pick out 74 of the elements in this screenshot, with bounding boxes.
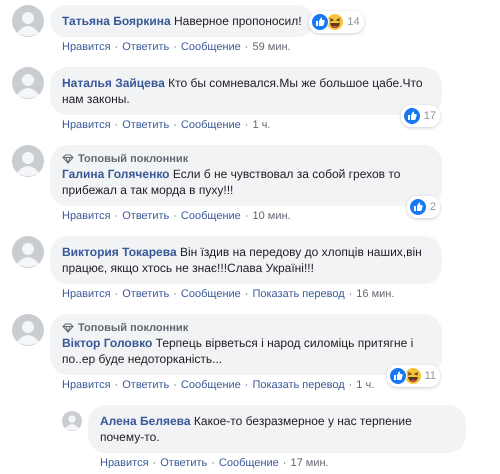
- separator-dot: ·: [173, 209, 177, 224]
- comment-text: Віктор Головко Терпець вірветься і народ силоміць притягне і по..ер буде недоторканість...: [62, 335, 414, 367]
- separator-dot: ·: [114, 118, 118, 133]
- diamond-icon: [62, 154, 74, 164]
- comment-action-link[interactable]: Ответить: [122, 286, 170, 302]
- avatar[interactable]: [12, 67, 44, 99]
- comment-action-link[interactable]: Сообщение: [180, 39, 241, 55]
- comment-text: Наталья Зайцева Кто бы сомневался.Мы же большое цабе.Что нам законы.: [62, 75, 424, 107]
- like-icon: [408, 198, 427, 216]
- avatar[interactable]: [12, 314, 44, 346]
- separator-dot: ·: [244, 287, 248, 302]
- comment-action-link[interactable]: Нравится: [100, 455, 149, 471]
- comment-action-link[interactable]: Сообщение: [180, 377, 241, 393]
- comment-action-link[interactable]: Показать перевод: [252, 377, 345, 393]
- comment-text: Виктория Токарева Він їздив на передову до хлопців наших,він працює, якщо хтось не знає!!!Слава Україні!!!: [62, 244, 423, 276]
- separator-dot: ·: [282, 456, 286, 471]
- comment-action-link[interactable]: Сообщение: [218, 455, 279, 471]
- like-icon: [388, 367, 407, 385]
- author-link[interactable]: Віктор Головко: [62, 336, 152, 350]
- separator-dot: ·: [244, 118, 248, 133]
- comment-text: Татьяна Бояркина Наверное пропоносил!: [62, 13, 302, 29]
- timestamp[interactable]: 59 мин.: [252, 39, 291, 55]
- separator-dot: ·: [114, 40, 118, 55]
- diamond-icon: [62, 323, 74, 333]
- separator-dot: ·: [348, 378, 352, 393]
- separator-dot: ·: [244, 40, 248, 55]
- comment-action-link[interactable]: Нравится: [62, 286, 111, 302]
- separator-dot: ·: [173, 287, 177, 302]
- comment-action-link[interactable]: Сообщение: [180, 208, 241, 224]
- separator-dot: ·: [114, 209, 118, 224]
- timestamp[interactable]: 1 ч.: [356, 377, 374, 393]
- separator-dot: ·: [173, 378, 177, 393]
- author-link[interactable]: Алена Беляева: [100, 414, 191, 428]
- laughing-face-icon: [404, 367, 422, 385]
- comment-action-link[interactable]: Ответить: [160, 455, 208, 471]
- comment-action-link[interactable]: Сообщение: [180, 286, 241, 302]
- avatar[interactable]: [12, 145, 44, 177]
- comment-action-link[interactable]: Нравится: [62, 208, 111, 224]
- badge-label: Топовый поклонник: [78, 322, 188, 334]
- like-icon: [311, 13, 330, 31]
- comment-action-link[interactable]: Ответить: [122, 39, 170, 55]
- timestamp[interactable]: 10 мин.: [252, 208, 291, 224]
- avatar[interactable]: [12, 236, 44, 268]
- separator-dot: ·: [173, 118, 177, 133]
- timestamp[interactable]: 1 ч.: [252, 117, 270, 133]
- like-icon: [402, 107, 421, 125]
- timestamp[interactable]: 16 мин.: [356, 286, 394, 302]
- comment-text: Алена Беляева Какое-то безразмерное у нас терпение почему-то.: [100, 413, 413, 445]
- author-link[interactable]: Наталья Зайцева: [62, 76, 165, 90]
- comment-text: Галина Голяченко Если б не чувствовал за собой грехов то прибежал а так морда в пуху!!!: [62, 166, 402, 198]
- avatar[interactable]: [12, 5, 44, 37]
- avatar[interactable]: [62, 411, 82, 431]
- separator-dot: ·: [173, 40, 177, 55]
- comment-action-link[interactable]: Сообщение: [180, 117, 241, 133]
- comment-action-link[interactable]: Ответить: [122, 117, 170, 133]
- author-link[interactable]: Галина Голяченко: [62, 167, 170, 181]
- comment-action-link[interactable]: Показать перевод: [252, 286, 345, 302]
- laughing-face-icon: [326, 13, 344, 31]
- comment-action-link[interactable]: Нравится: [62, 39, 111, 55]
- separator-dot: ·: [244, 209, 248, 224]
- timestamp[interactable]: 17 мин.: [290, 455, 329, 471]
- separator-dot: ·: [244, 378, 248, 393]
- separator-dot: ·: [211, 456, 215, 471]
- author-link[interactable]: Виктория Токарева: [62, 245, 177, 259]
- separator-dot: ·: [152, 456, 156, 471]
- badge-label: Топовый поклонник: [78, 153, 188, 165]
- separator-dot: ·: [114, 378, 118, 393]
- author-link[interactable]: Татьяна Бояркина: [62, 14, 171, 28]
- comment-action-link[interactable]: Ответить: [122, 377, 170, 393]
- comment-action-link[interactable]: Ответить: [122, 208, 170, 224]
- comment-action-link[interactable]: Нравится: [62, 377, 111, 393]
- comment-action-link[interactable]: Нравится: [62, 117, 111, 133]
- separator-dot: ·: [348, 287, 352, 302]
- separator-dot: ·: [114, 287, 118, 302]
